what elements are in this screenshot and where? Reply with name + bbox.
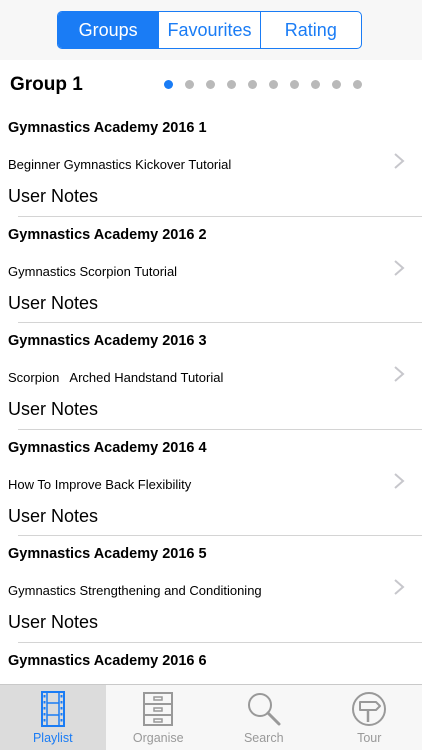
tab-label: Search xyxy=(243,731,284,745)
list-item[interactable]: Gymnastics Academy 2016 4 How To Improve… xyxy=(0,430,422,536)
tab-label: Playlist xyxy=(32,731,73,745)
page-indicator[interactable] xyxy=(164,80,384,90)
item-subtitle: Gymnastics Scorpion Tutorial xyxy=(8,263,178,279)
segment-favourites[interactable]: Favourites xyxy=(158,12,259,48)
tab-label: Organise xyxy=(132,731,184,745)
tab-search[interactable]: Search xyxy=(211,685,317,750)
item-subtitle: Scorpion Arched Handstand Tutorial xyxy=(8,370,224,385)
chevron-right-icon xyxy=(394,472,405,489)
item-notes: User Notes xyxy=(8,399,99,419)
page-dot-6[interactable] xyxy=(269,80,278,89)
tab-bar: Playlist Organise Search Tour xyxy=(0,684,422,750)
group-title: Group 1 xyxy=(10,74,83,95)
tab-tour[interactable]: Tour xyxy=(317,685,422,750)
item-title: Gymnastics Academy 2016 3 xyxy=(8,333,207,349)
list-item[interactable]: Gymnastics Academy 2016 2 Gymnastics Sco… xyxy=(0,217,422,323)
list-item[interactable]: Gymnastics Academy 2016 5 Gymnastics Str… xyxy=(0,536,422,643)
item-notes: User Notes xyxy=(8,292,99,313)
item-notes: User Notes xyxy=(8,612,99,632)
page-dot-4[interactable] xyxy=(227,80,236,89)
item-title: Gymnastics Academy 2016 1 xyxy=(8,120,207,136)
magnifier-icon xyxy=(247,693,281,726)
page-dot-7[interactable] xyxy=(290,80,299,89)
page-dot-5[interactable] xyxy=(248,80,257,89)
item-title: Gymnastics Academy 2016 4 xyxy=(8,439,207,456)
signpost-icon xyxy=(352,692,387,726)
playlist-list: Gymnastics Academy 2016 1 Beginner Gymna… xyxy=(0,110,422,749)
list-item[interactable]: Gymnastics Academy 2016 3 Scorpion Arche… xyxy=(0,323,422,430)
page-dot-3[interactable] xyxy=(206,80,215,89)
tab-organise[interactable]: Organise xyxy=(106,685,212,750)
cabinet-icon xyxy=(143,692,174,726)
item-notes: User Notes xyxy=(8,186,99,206)
page-dot-1[interactable] xyxy=(164,80,173,89)
page-dot-10[interactable] xyxy=(353,80,362,89)
page-dot-8[interactable] xyxy=(311,80,320,89)
list-item[interactable]: Gymnastics Academy 2016 1 Beginner Gymna… xyxy=(0,110,422,217)
item-title: Gymnastics Academy 2016 5 xyxy=(8,546,207,562)
top-bar: Groups Favourites Rating xyxy=(0,0,422,60)
segment-groups[interactable]: Groups xyxy=(58,12,159,48)
item-subtitle: Gymnastics Strengthening and Conditionin… xyxy=(8,583,262,598)
chevron-right-icon xyxy=(394,153,405,169)
chevron-right-icon xyxy=(394,259,405,276)
tab-playlist[interactable]: Playlist xyxy=(0,685,106,750)
segment-rating[interactable]: Rating xyxy=(259,12,361,48)
film-strip-icon xyxy=(40,691,65,727)
item-title: Gymnastics Academy 2016 6 xyxy=(8,652,207,669)
segmented-control: Groups Favourites Rating xyxy=(57,11,362,49)
item-title: Gymnastics Academy 2016 2 xyxy=(8,226,207,243)
tab-label: Tour xyxy=(357,731,382,745)
page-dot-2[interactable] xyxy=(185,80,194,89)
item-subtitle: Beginner Gymnastics Kickover Tutorial xyxy=(8,157,232,172)
item-subtitle: How To Improve Back Flexibility xyxy=(8,476,192,492)
chevron-right-icon xyxy=(394,366,405,382)
page-dot-9[interactable] xyxy=(332,80,341,89)
item-notes: User Notes xyxy=(8,505,99,526)
chevron-right-icon xyxy=(394,579,405,595)
